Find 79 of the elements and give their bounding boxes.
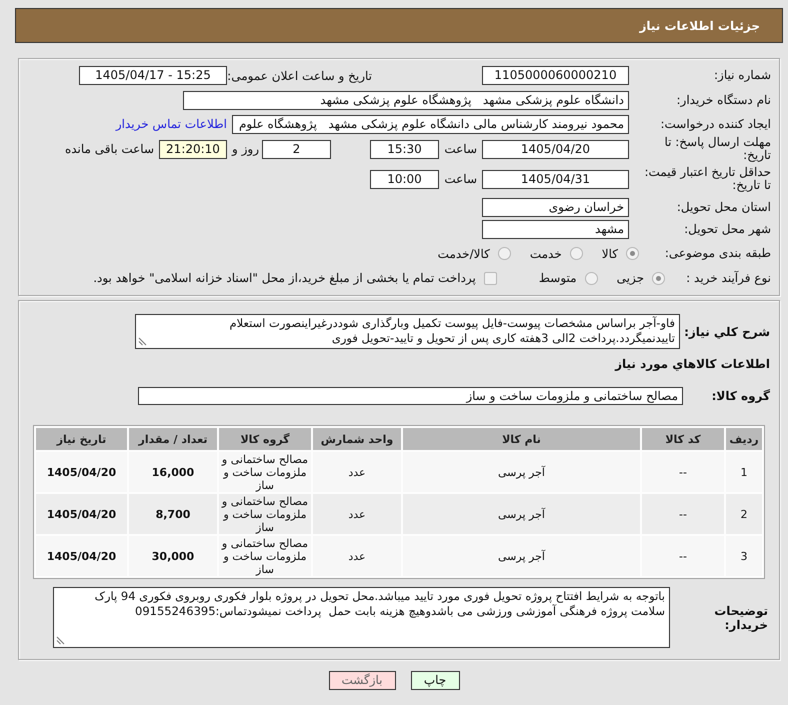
days-field[interactable]: 2: [262, 140, 331, 158]
date-field[interactable]: 1405/04/31: [482, 170, 629, 188]
back-button[interactable]: بازگشت: [328, 671, 396, 690]
table-cell: 1405/04/20: [36, 452, 127, 492]
description-textarea[interactable]: فاو-آجر براساس مشخصات پیوست-فایل پیوست تکمیل وبارگذاری شوددرغیراینصورت استعلام تاییدنمیگردد.پرداخت 2الی 3هفته کاری پس از تحویل و تایید-تحویل فوری: [135, 314, 680, 349]
table-cell: 8,700: [129, 494, 217, 534]
time-label: ساعت: [443, 172, 478, 186]
field-label: گروه کالا:: [710, 389, 771, 403]
field-label: طبقه بندی موضوعی:: [664, 247, 772, 260]
remaining-time-field[interactable]: 21:20:10: [159, 140, 227, 158]
column-header: کد کالا: [642, 428, 724, 450]
goods-group-field[interactable]: مصالح ساختمانی و ملزومات ساخت و ساز: [138, 387, 683, 405]
column-header: ردیف: [726, 428, 762, 450]
table-cell: 2: [726, 494, 762, 534]
radio-button[interactable]: [652, 272, 665, 284]
column-header: گروه کالا: [219, 428, 311, 450]
field-label: شماره نیاز:: [713, 69, 772, 82]
section-title: اطلاعات کالاهاي مورد نیاز: [614, 357, 771, 372]
field-label: حداقل تاریخ اعتبار قیمت: تا تاریخ:: [643, 166, 772, 192]
days-label: روز و: [230, 142, 260, 156]
page-title: جزئیات اطلاعات نیاز: [639, 18, 760, 32]
table-cell: آجر پرسی: [403, 494, 640, 534]
field-label: تاریخ و ساعت اعلان عمومی:: [227, 68, 373, 82]
table-cell: عدد: [313, 494, 401, 534]
field-label: مهلت ارسال پاسخ: تا تاریخ:: [663, 136, 772, 162]
field-label: نام دستگاه خریدار:: [676, 94, 772, 106]
requester-field[interactable]: محمود نیرومند کارشناس مالی دانشگاه علوم پزشکی مشهد پژوهشگاه علوم: [232, 114, 629, 134]
resize-grip-icon[interactable]: [138, 337, 147, 346]
table-cell: عدد: [313, 536, 401, 576]
table-cell: آجر پرسی: [403, 536, 640, 576]
radio-button[interactable]: [626, 247, 639, 260]
table-cell: مصالح ساختمانی و ملزومات ساخت و ساز: [219, 536, 311, 576]
column-header: نام کالا: [403, 428, 640, 450]
field-label: ایجاد کننده درخواست:: [659, 118, 772, 130]
field-label: توضیحات خریدار:: [713, 604, 769, 632]
table-cell: 3: [726, 536, 762, 576]
table-cell: مصالح ساختمانی و ملزومات ساخت و ساز: [219, 452, 311, 492]
table-cell: 1405/04/20: [36, 536, 127, 576]
time-field[interactable]: 15:30: [370, 140, 439, 158]
table-cell: مصالح ساختمانی و ملزومات ساخت و ساز: [219, 494, 311, 534]
buyer-org-field[interactable]: دانشگاه علوم پزشکی مشهد پژوهشگاه علوم پزشکی مشهد: [183, 90, 629, 110]
column-header: واحد شمارش: [313, 428, 401, 450]
table-cell: 30,000: [129, 536, 217, 576]
table-cell: 16,000: [129, 452, 217, 492]
table-cell: عدد: [313, 452, 401, 492]
field-label: نوع فرآیند خرید :: [685, 272, 772, 284]
radio-button[interactable]: [584, 272, 598, 284]
need-number-field[interactable]: 1105000060000210: [482, 66, 629, 85]
field-label: استان محل تحویل:: [676, 200, 772, 214]
column-header: تعداد / مقدار: [129, 428, 217, 450]
resize-grip-icon[interactable]: [56, 636, 65, 645]
checkbox[interactable]: [484, 272, 497, 284]
date-field[interactable]: 1405/04/20: [482, 140, 629, 158]
table-cell: 1: [726, 452, 762, 492]
buyer-notes-textarea[interactable]: باتوجه به شرایط افتتاح پروژه تحویل فوری مورد تایید میباشد.محل تحویل در پروژه بلوار فکوری روبروی فکوری 94 پارک سلامت پروژه فرهنگی آموزشی ورزشی می باشدوهیچ هزینه بابت حمل پرداخت نمیشودتماس:09155246395: [53, 587, 670, 648]
table-cell: --: [642, 452, 724, 492]
radio-button[interactable]: [498, 247, 511, 260]
radio-label: کالا: [602, 246, 618, 260]
city-field[interactable]: مشهد: [482, 220, 629, 239]
radio-label: جزیی: [616, 271, 644, 285]
radio-label: خدمت: [530, 246, 562, 260]
field-label: شهر محل تحویل:: [683, 223, 772, 236]
radio-label: متوسط: [538, 271, 577, 285]
column-header: تاریخ نیاز: [36, 428, 127, 450]
print-button[interactable]: چاپ: [410, 671, 460, 690]
time-field[interactable]: 10:00: [370, 170, 439, 188]
radio-button[interactable]: [570, 247, 583, 260]
table-cell: آجر پرسی: [403, 452, 640, 492]
contact-link[interactable]: اطلاعات تماس خریدار: [116, 117, 227, 131]
field-label: شرح کلي نیاز:: [683, 324, 771, 338]
checkbox-label: پرداخت تمام یا بخشی از مبلغ خرید،از محل "اسناد خزانه اسلامی" خواهد بود.: [93, 271, 476, 285]
table-cell: --: [642, 536, 724, 576]
table-cell: --: [642, 494, 724, 534]
remaining-label: ساعت باقی مانده: [64, 142, 154, 156]
radio-label: کالا/خدمت: [438, 246, 490, 260]
province-field[interactable]: خراسان رضوی: [482, 198, 629, 216]
table-cell: 1405/04/20: [36, 494, 127, 534]
announce-date-field[interactable]: 1405/04/17 - 15:25: [79, 66, 227, 85]
time-label: ساعت: [443, 142, 478, 156]
